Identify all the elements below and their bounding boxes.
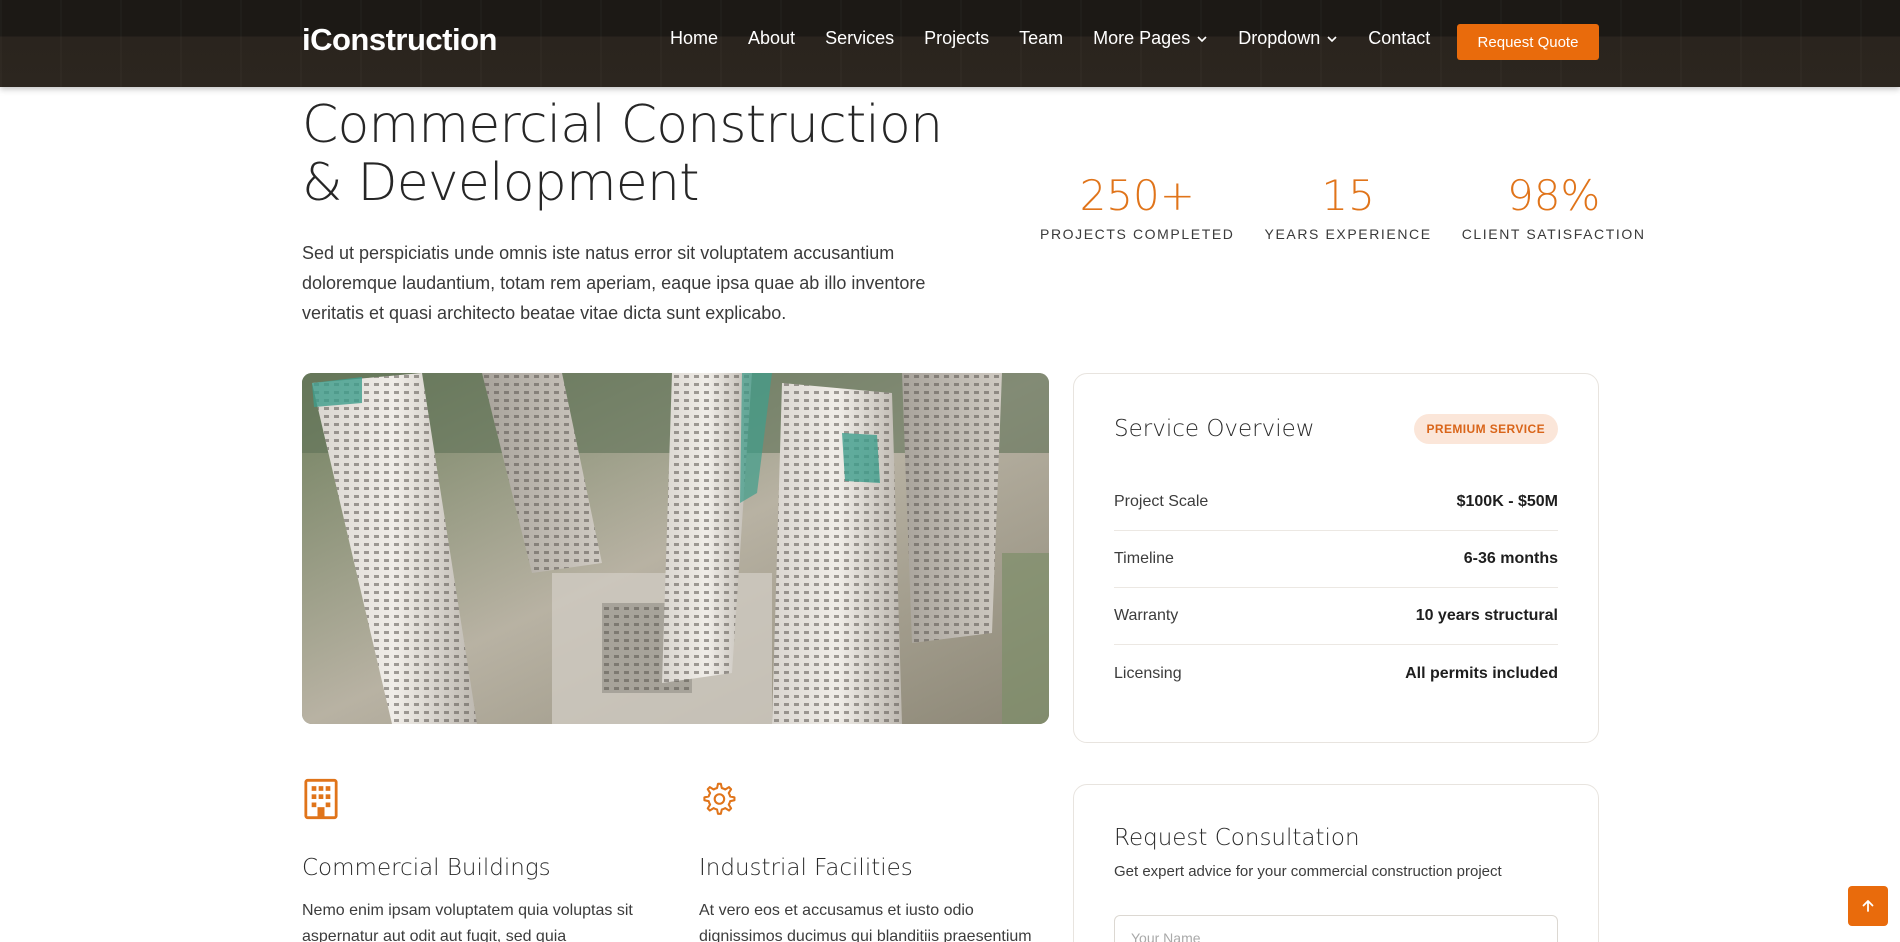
- consultation-subtitle: Get expert advice for your commercial co…: [1114, 863, 1502, 880]
- towers-illustration: [302, 373, 1049, 724]
- chevron-down-icon: [1327, 35, 1337, 42]
- row-label: Timeline: [1114, 550, 1174, 567]
- site-logo[interactable]: iConstruction: [302, 22, 498, 58]
- nav-services-label: Services: [825, 28, 895, 48]
- feature-text: At vero eos et accusamus et iusto odio d…: [699, 902, 1032, 942]
- feature-title: Commercial Buildings: [302, 855, 551, 881]
- row-value: All permits included: [1405, 664, 1558, 682]
- nav-team[interactable]: Team: [1019, 28, 1063, 49]
- nav-about[interactable]: About: [748, 28, 795, 49]
- stat-projects: 250+ PROJECTS COMPLETED: [1040, 171, 1235, 243]
- consultation-card: Request Consultation Get expert advice f…: [1073, 784, 1599, 942]
- feature-title: Industrial Facilities: [699, 855, 913, 881]
- stat-value: 98%: [1506, 171, 1601, 220]
- nav-about-label: About: [748, 28, 796, 48]
- row-label: Project Scale: [1114, 493, 1209, 510]
- nav-more-pages-label: More Pages: [1093, 28, 1191, 48]
- row-label: Warranty: [1114, 607, 1179, 624]
- main-nav: Home About Services Projects Team More P…: [670, 28, 1460, 49]
- site-header: iConstruction Home About Services Projec…: [0, 0, 1900, 87]
- stat-label: CLIENT SATISFACTION: [1461, 226, 1646, 242]
- row-value: 6-36 months: [1463, 550, 1558, 567]
- request-quote-button[interactable]: Request Quote: [1457, 24, 1599, 60]
- service-overview-title: Service Overview: [1114, 416, 1315, 442]
- stat-label: PROJECTS COMPLETED: [1040, 226, 1235, 242]
- nav-contact-label: Contact: [1368, 28, 1431, 48]
- building-icon: [304, 778, 338, 820]
- nav-contact[interactable]: Contact: [1368, 28, 1430, 49]
- nav-dropdown[interactable]: Dropdown: [1238, 28, 1338, 49]
- stat-satisfaction: 98% CLIENT SATISFACTION: [1461, 171, 1646, 243]
- project-photo: [302, 373, 1049, 724]
- arrow-up-icon: [1862, 900, 1874, 912]
- overview-row-timeline: Timeline 6-36 months: [1114, 531, 1558, 588]
- row-value: 10 years structural: [1415, 607, 1558, 624]
- name-input[interactable]: [1114, 915, 1558, 942]
- feature-text: Nemo enim ipsam voluptatem quia voluptas…: [302, 902, 633, 942]
- feature-industrial-facilities: Industrial Facilities At vero eos et acc…: [699, 778, 1059, 942]
- chevron-down-icon: [1197, 35, 1207, 42]
- overview-row-licensing: Licensing All permits included: [1114, 645, 1558, 702]
- nav-projects[interactable]: Projects: [924, 28, 989, 49]
- stat-years: 15 YEARS EXPERIENCE: [1264, 171, 1432, 243]
- service-overview-card: Service Overview PREMIUM SERVICE Project…: [1073, 373, 1599, 743]
- consultation-title: Request Consultation: [1114, 825, 1360, 851]
- hero-description: Sed ut perspiciatis unde omnis iste natu…: [302, 243, 926, 323]
- gear-icon: [703, 782, 736, 815]
- nav-home[interactable]: Home: [670, 28, 718, 49]
- row-label: Licensing: [1114, 664, 1182, 682]
- nav-more-pages[interactable]: More Pages: [1093, 28, 1208, 49]
- row-value: $100K - $50M: [1456, 493, 1558, 510]
- nav-home-label: Home: [670, 28, 719, 48]
- nav-dropdown-label: Dropdown: [1238, 28, 1321, 48]
- nav-projects-label: Projects: [924, 28, 990, 48]
- overview-row-scale: Project Scale $100K - $50M: [1114, 474, 1558, 531]
- nav-services[interactable]: Services: [825, 28, 894, 49]
- page-title: Commercial Construction & Development: [302, 95, 943, 213]
- stats-group: 250+ PROJECTS COMPLETED 15 YEARS EXPERIE…: [1040, 171, 1646, 243]
- stat-label: YEARS EXPERIENCE: [1264, 226, 1432, 242]
- nav-team-label: Team: [1019, 28, 1064, 48]
- stat-value: 15: [1321, 171, 1375, 220]
- feature-commercial-buildings: Commercial Buildings Nemo enim ipsam vol…: [302, 778, 662, 942]
- overview-row-warranty: Warranty 10 years structural: [1114, 588, 1558, 645]
- premium-badge: PREMIUM SERVICE: [1413, 414, 1558, 444]
- stat-value: 250+: [1079, 171, 1195, 220]
- scroll-top-button[interactable]: [1848, 886, 1888, 926]
